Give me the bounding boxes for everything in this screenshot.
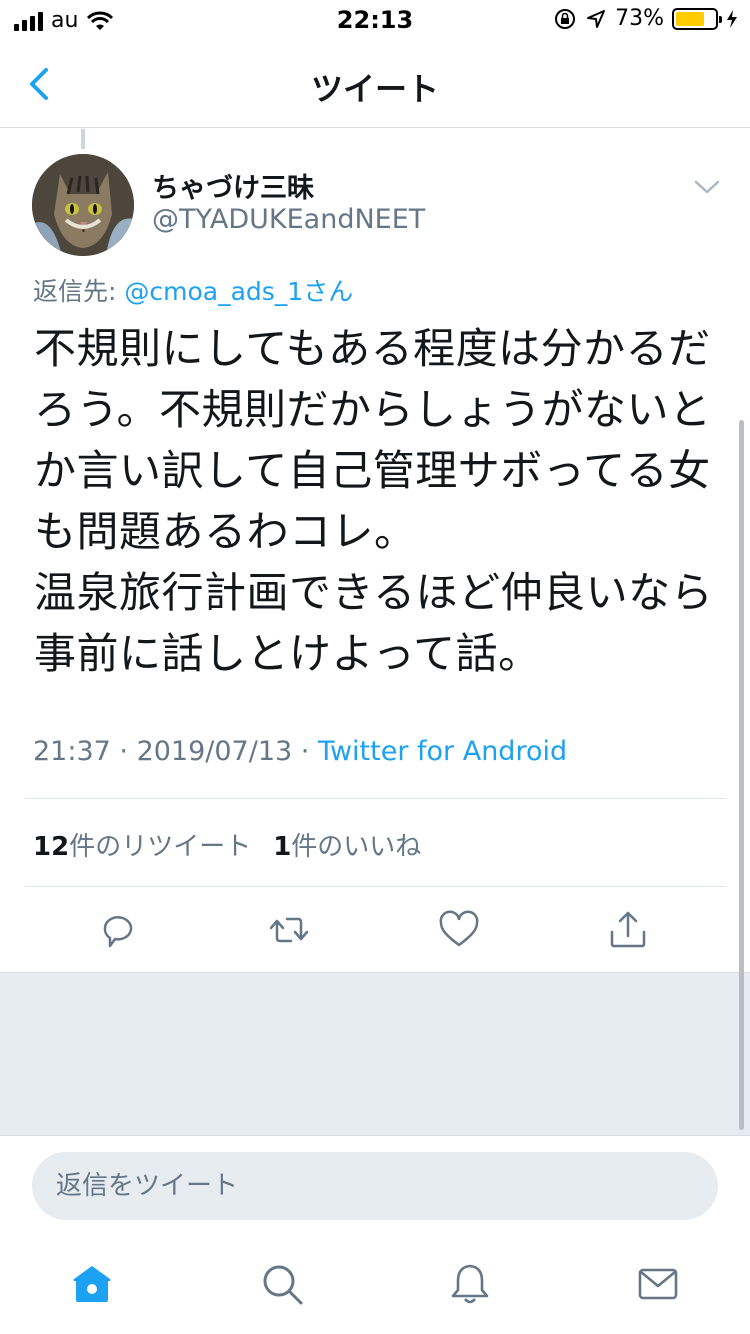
reply-mention-link[interactable]: @cmoa_ads_1さん <box>124 277 353 306</box>
battery-icon <box>672 7 722 30</box>
tab-bar <box>0 1240 750 1334</box>
rotation-lock-icon <box>555 8 576 29</box>
tweet-time: 21:37 <box>33 736 111 767</box>
notifications-icon[interactable] <box>448 1262 492 1306</box>
like-icon[interactable] <box>437 908 481 952</box>
tweet-date: 2019/07/13 <box>136 736 293 767</box>
retweet-label: 件のリツイート <box>69 832 252 862</box>
like-stat[interactable]: 1件のいいね <box>273 826 421 863</box>
share-icon[interactable] <box>606 908 650 952</box>
charging-bolt-icon <box>727 9 737 28</box>
status-bar: au 22:13 73% <box>0 0 750 40</box>
page-title: ツイート <box>310 70 439 108</box>
home-icon[interactable] <box>70 1262 114 1306</box>
meta-separator-2: · <box>292 736 318 767</box>
reply-input[interactable]: 返信をツイート <box>32 1152 718 1220</box>
divider <box>24 798 726 799</box>
battery-percentage: 73% <box>615 6 664 31</box>
search-icon[interactable] <box>260 1262 304 1306</box>
tweet-source-link[interactable]: Twitter for Android <box>318 736 567 767</box>
chevron-down-icon[interactable] <box>692 176 722 198</box>
tweet-text: 不規則にしてもある程度は分かるだろう。不規則だからしょうがないとか言い訳して自己… <box>34 324 714 678</box>
tweet-actions <box>0 900 750 970</box>
tweet-stats: 12件のリツイート 1件のいいね <box>33 826 421 863</box>
tweet-meta: 21:37 · 2019/07/13 · Twitter for Android <box>33 736 567 767</box>
avatar[interactable] <box>32 154 134 256</box>
reply-icon[interactable] <box>97 908 141 952</box>
replies-area <box>0 972 750 1136</box>
user-handle[interactable]: @TYADUKEandNEET <box>152 204 425 235</box>
divider <box>24 886 726 887</box>
meta-separator: · <box>110 736 137 767</box>
messages-icon[interactable] <box>636 1262 680 1306</box>
retweet-stat[interactable]: 12件のリツイート <box>33 826 251 863</box>
nav-header: ツイート <box>0 40 750 128</box>
reply-to-line: 返信先: @cmoa_ads_1さん <box>33 272 353 308</box>
reply-to-label: 返信先: <box>33 277 125 306</box>
location-arrow-icon <box>587 9 606 28</box>
thread-connector <box>81 129 85 149</box>
retweet-count: 12 <box>33 832 70 862</box>
like-count: 1 <box>273 832 292 862</box>
user-display-name[interactable]: ちゃづけ三昧 <box>152 166 314 205</box>
cat-avatar-image <box>32 154 134 256</box>
retweet-icon[interactable] <box>267 908 311 952</box>
like-label: 件のいいね <box>291 832 422 862</box>
scrollbar[interactable] <box>739 420 744 1130</box>
